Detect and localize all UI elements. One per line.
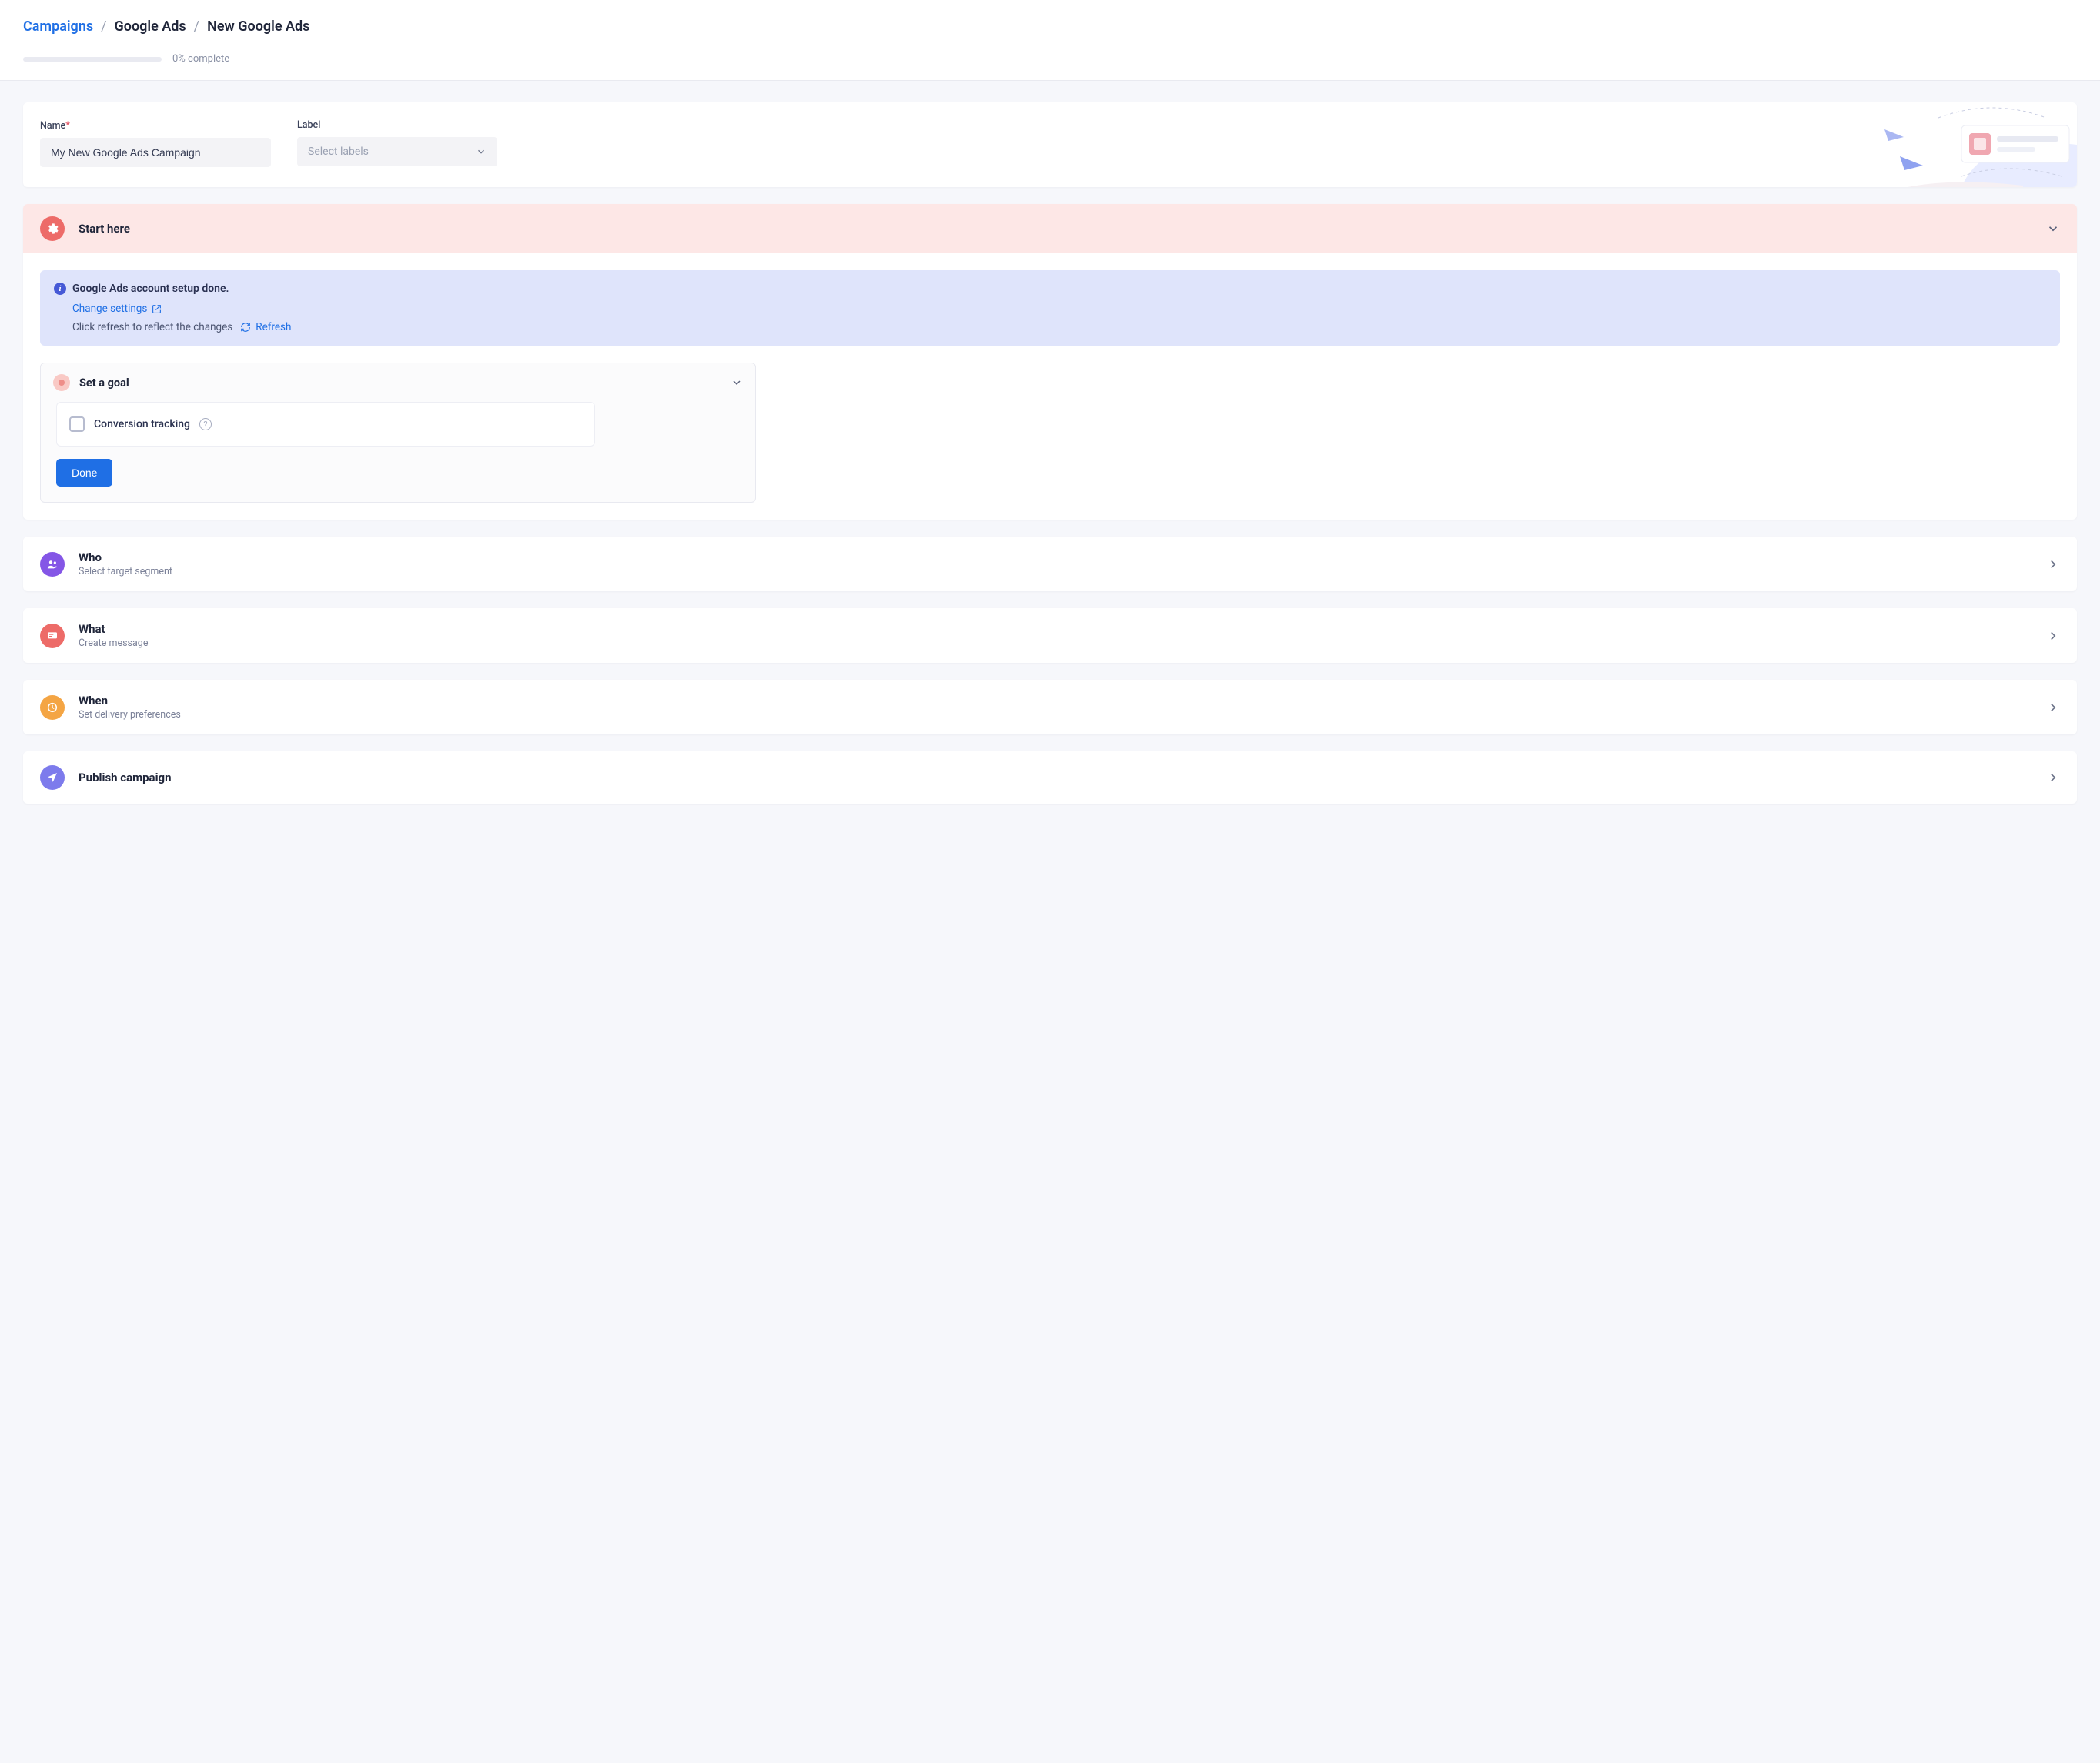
progress-bar xyxy=(23,57,162,62)
breadcrumb-google-ads[interactable]: Google Ads xyxy=(115,18,186,35)
external-link-icon xyxy=(152,304,162,314)
what-subtitle: Create message xyxy=(79,637,2032,649)
who-section[interactable]: Who Select target segment xyxy=(23,537,2077,591)
send-icon xyxy=(40,765,65,790)
conversion-tracking-row: Conversion tracking ? xyxy=(56,402,595,447)
breadcrumb-sep-2: / xyxy=(194,18,199,35)
when-subtitle: Set delivery preferences xyxy=(79,709,2032,721)
gear-icon xyxy=(40,216,65,241)
who-title: Who xyxy=(79,550,2032,564)
change-settings-link[interactable]: Change settings xyxy=(72,303,2046,315)
people-icon xyxy=(40,552,65,577)
set-a-goal-title: Set a goal xyxy=(79,376,129,390)
breadcrumb-new: New Google Ads xyxy=(207,18,309,35)
refresh-icon xyxy=(240,322,251,333)
start-here-section: Start here i Google Ads account setup do… xyxy=(23,204,2077,520)
account-setup-message: Google Ads account setup done. xyxy=(72,283,229,295)
message-icon xyxy=(40,624,65,648)
breadcrumb: Campaigns / Google Ads / New Google Ads xyxy=(23,18,2077,35)
goal-dot-icon xyxy=(53,374,70,391)
publish-title: Publish campaign xyxy=(79,771,2032,784)
breadcrumb-sep-1: / xyxy=(101,18,106,35)
chevron-down-icon[interactable] xyxy=(2046,222,2060,236)
name-label: Name xyxy=(40,120,65,132)
label-label: Label xyxy=(297,119,497,131)
help-icon[interactable]: ? xyxy=(199,418,212,430)
chevron-right-icon xyxy=(2046,701,2060,714)
account-setup-banner: i Google Ads account setup done. Change … xyxy=(40,270,2060,346)
conversion-tracking-label: Conversion tracking xyxy=(94,418,190,430)
progress-label: 0% complete xyxy=(172,53,229,65)
name-required-asterisk: * xyxy=(65,120,70,132)
set-a-goal-card: Set a goal Conversion tracking ? Done xyxy=(40,363,756,503)
start-here-header[interactable]: Start here xyxy=(23,204,2077,253)
campaign-name-input[interactable] xyxy=(40,138,271,167)
chevron-right-icon xyxy=(2046,629,2060,643)
label-select[interactable]: Select labels xyxy=(297,137,497,166)
chevron-right-icon xyxy=(2046,557,2060,571)
decorative-illustration xyxy=(1846,102,2077,187)
publish-section[interactable]: Publish campaign xyxy=(23,751,2077,804)
campaign-meta-card: Name* Label Select labels xyxy=(23,102,2077,187)
breadcrumb-campaigns[interactable]: Campaigns xyxy=(23,18,93,35)
refresh-link[interactable]: Refresh xyxy=(240,321,291,333)
when-section[interactable]: When Set delivery preferences xyxy=(23,680,2077,734)
chevron-right-icon xyxy=(2046,771,2060,784)
clock-icon xyxy=(40,695,65,720)
what-title: What xyxy=(79,622,2032,636)
who-subtitle: Select target segment xyxy=(79,566,2032,577)
refresh-hint: Click refresh to reflect the changes xyxy=(72,321,232,333)
when-title: When xyxy=(79,694,2032,708)
chevron-down-icon xyxy=(476,146,487,157)
set-a-goal-header[interactable]: Set a goal xyxy=(41,363,755,402)
start-here-title: Start here xyxy=(79,222,2032,236)
info-icon: i xyxy=(54,283,66,295)
chevron-down-icon[interactable] xyxy=(731,376,743,389)
conversion-tracking-checkbox[interactable] xyxy=(69,416,85,432)
what-section[interactable]: What Create message xyxy=(23,608,2077,663)
label-placeholder: Select labels xyxy=(308,146,369,158)
done-button[interactable]: Done xyxy=(56,459,112,487)
